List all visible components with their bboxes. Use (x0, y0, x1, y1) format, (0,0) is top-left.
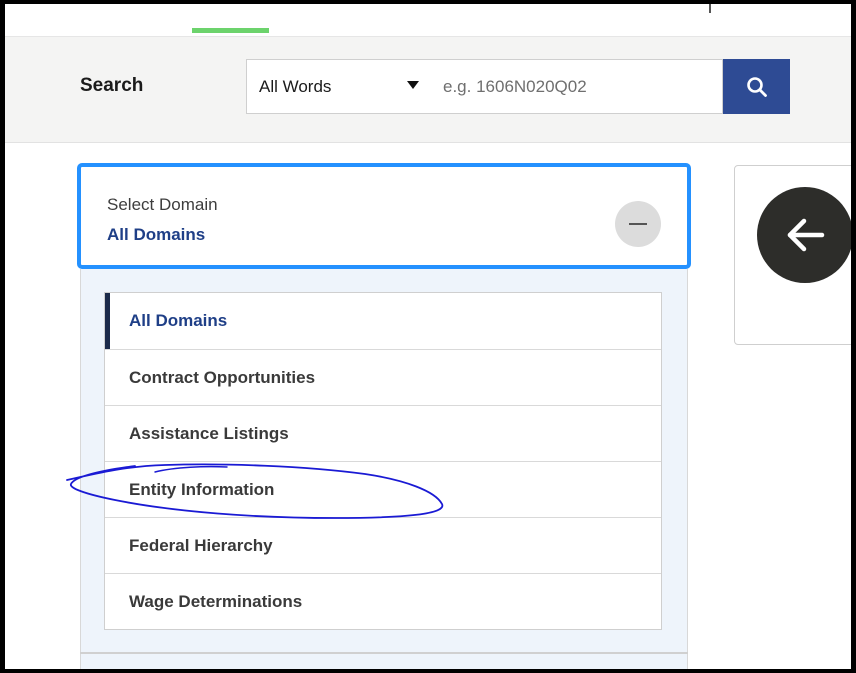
minus-icon (629, 223, 647, 225)
domain-item-all-domains[interactable]: All Domains (105, 293, 661, 349)
search-button[interactable] (723, 59, 790, 114)
top-navigation-bar (5, 4, 851, 37)
domain-item-assistance-listings[interactable]: Assistance Listings (105, 405, 661, 461)
domain-selector[interactable]: Select Domain All Domains (77, 163, 691, 269)
page-frame: Search All Words Select Domain All Domai… (5, 4, 851, 669)
caret-down-icon (407, 81, 419, 89)
domain-selector-caption: Select Domain (107, 195, 218, 214)
search-label: Search (80, 75, 144, 96)
nav-divider (709, 4, 711, 13)
arrow-left-icon (787, 218, 825, 252)
domain-item-contract-opportunities[interactable]: Contract Opportunities (105, 349, 661, 405)
domain-item-wage-determinations[interactable]: Wage Determinations (105, 573, 661, 629)
domain-item-federal-hierarchy[interactable]: Federal Hierarchy (105, 517, 661, 573)
search-mode-value: All Words (259, 76, 332, 96)
domain-list: All Domains Contract Opportunities Assis… (104, 292, 662, 630)
search-input[interactable] (431, 59, 723, 114)
back-button[interactable] (757, 187, 851, 283)
search-icon (746, 76, 767, 97)
search-mode-select[interactable]: All Words (246, 59, 432, 114)
domain-item-entity-information[interactable]: Entity Information (105, 461, 661, 517)
search-bar: Search All Words (5, 37, 851, 143)
domain-selector-value: All Domains (107, 225, 206, 244)
collapse-button[interactable] (615, 201, 661, 247)
panel-divider (80, 652, 688, 654)
active-tab-indicator (192, 28, 269, 33)
